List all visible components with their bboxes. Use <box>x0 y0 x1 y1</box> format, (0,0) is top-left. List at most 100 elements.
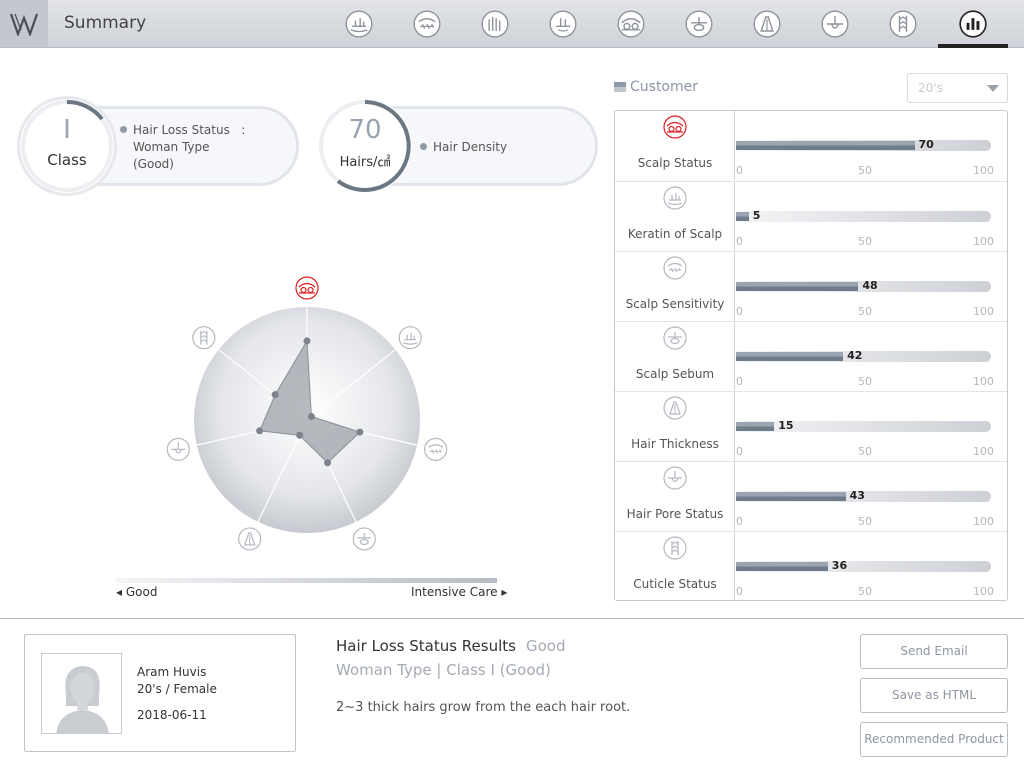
cuticle-icon <box>663 536 687 560</box>
sebum-icon[interactable] <box>685 10 713 38</box>
metric-bar-fill <box>736 492 846 501</box>
metric-row: Scalp Sensitivity 48 0 50 100 <box>615 251 1007 321</box>
scale-intensive-label: Intensive Care ▸ <box>411 585 508 599</box>
metric-label-cell: Scalp Status <box>615 111 735 180</box>
metric-label-cell: Scalp Sensitivity <box>615 252 735 321</box>
metric-row: Cuticle Status 36 0 50 100 <box>615 531 1007 601</box>
class-ring: I Class <box>20 99 114 193</box>
result-subtitle: Woman Type | Class I (Good) <box>336 661 551 679</box>
keratin-icon <box>663 186 687 210</box>
metric-label: Hair Thickness <box>631 437 719 451</box>
metric-bar-fill <box>736 141 915 150</box>
metric-label: Cuticle Status <box>633 577 717 591</box>
radar-point <box>324 459 332 467</box>
metric-label-cell: Hair Thickness <box>615 392 735 461</box>
customer-legend-icon <box>614 82 626 92</box>
pore-icon[interactable] <box>821 10 849 38</box>
bullet-icon <box>420 143 427 150</box>
metric-bar-fill <box>736 562 828 571</box>
radar-point <box>271 391 279 399</box>
hair-loss-status: Hair Loss Status : Woman Type (Good) <box>120 122 245 173</box>
metric-bar-fill <box>736 282 859 291</box>
metric-label: Scalp Sensitivity <box>625 297 725 311</box>
metric-bar-fill <box>736 422 775 431</box>
customer-profile-card: Aram Huvis 20's / Female 2018-06-11 <box>24 634 296 752</box>
bullet-icon <box>120 126 127 133</box>
customer-age-gender: 20's / Female <box>137 682 217 696</box>
metric-label: Keratin of Scalp <box>627 227 723 241</box>
scalp-icon[interactable] <box>549 10 577 38</box>
sensitivity-icon <box>424 437 448 461</box>
axis-tick-50: 50 <box>858 585 872 598</box>
axis-tick-0: 0 <box>736 305 743 318</box>
axis-tick-0: 0 <box>736 164 743 177</box>
metric-label-cell: Keratin of Scalp <box>615 182 735 251</box>
recommended-product-button[interactable]: Recommended Product <box>860 722 1008 757</box>
metric-bar-track <box>736 140 991 151</box>
sensitivity-icon[interactable] <box>413 10 441 38</box>
scalp-status-icon[interactable] <box>617 10 645 38</box>
save-as-html-button[interactable]: Save as HTML <box>860 678 1008 713</box>
sebum-icon <box>663 326 687 350</box>
send-email-button[interactable]: Send Email <box>860 634 1008 669</box>
customer-name: Aram Huvis <box>137 665 207 679</box>
cuticle-icon <box>192 326 216 350</box>
metric-value: 42 <box>847 349 863 362</box>
pore-icon <box>663 466 687 490</box>
cuticle-icon[interactable] <box>889 10 917 38</box>
type-line-2: (Good) <box>133 157 174 171</box>
axis-tick-50: 50 <box>858 515 872 528</box>
axis-tick-0: 0 <box>736 375 743 388</box>
sebum-icon <box>352 527 376 551</box>
density-icon[interactable] <box>481 10 509 38</box>
metric-value: 48 <box>862 279 878 292</box>
thickness-icon[interactable] <box>753 10 781 38</box>
axis-tick-0: 0 <box>736 445 743 458</box>
radar-point <box>256 427 264 435</box>
metric-label: Scalp Status <box>637 156 713 170</box>
scalp-status-icon <box>295 276 319 300</box>
metric-label-cell: Scalp Sebum <box>615 322 735 391</box>
metric-row: Hair Pore Status 43 0 50 100 <box>615 461 1007 531</box>
axis-tick-50: 50 <box>858 305 872 318</box>
metric-bar-track <box>736 351 991 362</box>
metric-value: 70 <box>918 138 934 151</box>
pore-icon <box>166 437 190 461</box>
metric-bar-track <box>736 561 991 572</box>
top-bar: Summary <box>0 0 1024 48</box>
result-status: Good <box>525 637 566 655</box>
app-logo[interactable] <box>0 0 48 47</box>
scalp-status-icon <box>663 115 687 139</box>
metric-row: Hair Thickness 15 0 50 100 <box>615 391 1007 461</box>
sensitivity-icon <box>663 256 687 280</box>
hair-density-label: Hair Density <box>420 139 507 156</box>
summary-chart-icon[interactable] <box>938 10 1008 48</box>
scale-good-label: ◂ Good <box>116 585 158 599</box>
radar-point <box>303 337 311 345</box>
metric-label-cell: Hair Pore Status <box>615 462 735 531</box>
metric-label-cell: Cuticle Status <box>615 532 735 601</box>
axis-tick-100: 100 <box>973 375 994 388</box>
chevron-down-icon <box>987 85 999 92</box>
page-title: Summary <box>64 13 147 33</box>
customer-label: Customer <box>614 79 698 95</box>
metric-bar-fill <box>736 352 844 361</box>
axis-tick-50: 50 <box>858 235 872 248</box>
age-group-select[interactable]: 20's <box>907 73 1008 103</box>
axis-tick-100: 100 <box>973 515 994 528</box>
density-ring: 70 Hairs/㎠ <box>318 99 412 193</box>
type-line-1: Woman Type <box>133 140 210 154</box>
metrics-table: Scalp Status 70 0 50 100 Keratin of Scal… <box>614 110 1008 601</box>
axis-tick-50: 50 <box>858 164 872 177</box>
axis-tick-0: 0 <box>736 235 743 248</box>
metric-label: Hair Pore Status <box>626 507 724 521</box>
axis-tick-100: 100 <box>973 585 994 598</box>
keratin-icon[interactable] <box>345 10 373 38</box>
axis-tick-50: 50 <box>858 375 872 388</box>
metric-row: Keratin of Scalp 5 0 50 100 <box>615 181 1007 251</box>
section-divider <box>0 618 1024 619</box>
metric-bar-fill <box>736 212 749 221</box>
metric-row: Scalp Sebum 42 0 50 100 <box>615 321 1007 391</box>
metric-row: Scalp Status 70 0 50 100 <box>615 111 1007 181</box>
keratin-icon <box>398 326 422 350</box>
